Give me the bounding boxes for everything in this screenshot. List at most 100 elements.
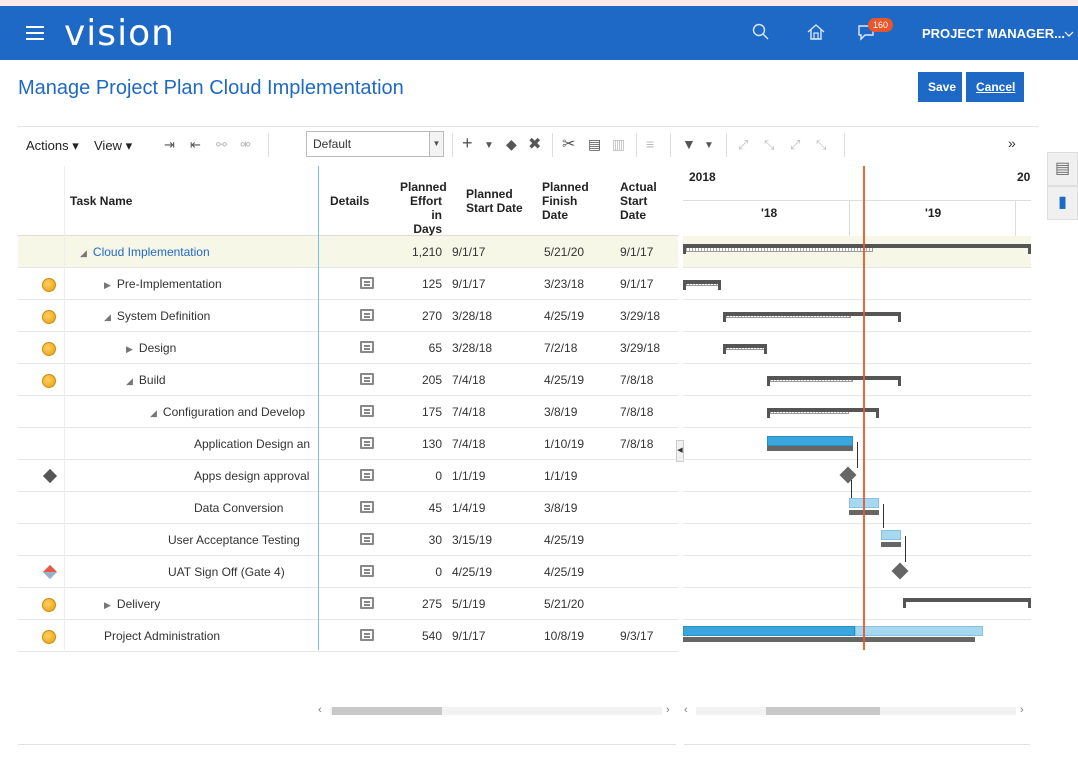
gantt-summary-bar[interactable] [767, 376, 901, 386]
planned-finish-cell[interactable]: 1/10/19 [544, 437, 584, 451]
grid-horizontal-scrollbar[interactable]: ‹ › [318, 704, 678, 718]
table-row[interactable]: ▶ Design 65 3/28/18 7/2/18 3/29/18 [18, 332, 678, 364]
view-menu[interactable]: View ▾ [94, 138, 132, 154]
expand-all-icon[interactable]: ⤢ [790, 137, 800, 153]
gantt-summary-bar[interactable] [723, 312, 901, 322]
planned-finish-cell[interactable]: 4/25/19 [544, 373, 584, 387]
effort-cell[interactable]: 0 [394, 469, 442, 483]
table-row[interactable]: ◢ Cloud Implementation 1,210 9/1/17 5/21/20 9… [18, 236, 678, 268]
gantt-baseline-bar[interactable] [683, 637, 975, 642]
expand-row-icon[interactable]: ▶ [104, 600, 111, 610]
effort-cell[interactable]: 65 [394, 341, 442, 355]
effort-cell[interactable]: 175 [394, 405, 442, 419]
dependency-line[interactable] [883, 504, 884, 528]
task-name-cell[interactable]: ◢ Cloud Implementation [80, 245, 210, 259]
view-select[interactable]: Default ▼ [306, 131, 444, 157]
gantt-summary-bar[interactable] [723, 344, 767, 354]
effort-cell[interactable]: 45 [394, 501, 442, 515]
scroll-right-icon[interactable]: › [666, 704, 670, 716]
actual-start-cell[interactable]: 7/8/18 [620, 437, 653, 451]
planned-start-cell[interactable]: 7/4/18 [452, 437, 485, 451]
planned-start-cell[interactable]: 3/28/18 [452, 309, 492, 323]
effort-cell[interactable]: 1,210 [394, 245, 442, 259]
planned-finish-cell[interactable]: 4/25/19 [544, 309, 584, 323]
table-row[interactable]: ▶ Pre-Implementation 125 9/1/17 3/23/18 9/1/1… [18, 268, 678, 300]
planned-finish-cell[interactable]: 3/8/19 [544, 501, 577, 515]
details-icon[interactable] [360, 565, 374, 577]
collapse-row-icon[interactable]: ◢ [126, 376, 133, 386]
task-name-cell[interactable]: Apps design approval [194, 469, 309, 483]
effort-cell[interactable]: 130 [394, 437, 442, 451]
planned-finish-cell[interactable]: 5/21/20 [544, 245, 584, 259]
task-name-cell[interactable]: Data Conversion [194, 501, 283, 515]
cancel-button[interactable]: Cancel [966, 72, 1024, 102]
add-dropdown-icon[interactable]: ▼ [484, 140, 494, 151]
planned-start-cell[interactable]: 7/4/18 [452, 373, 485, 387]
filter-icon[interactable]: ▼ [682, 136, 696, 152]
gantt-task-bar[interactable] [855, 626, 983, 636]
planned-start-cell[interactable]: 4/25/19 [452, 565, 492, 579]
gantt-summary-bar[interactable] [683, 280, 721, 290]
effort-cell[interactable]: 540 [394, 629, 442, 643]
dependency-line[interactable] [905, 536, 906, 562]
planned-start-cell[interactable]: 1/4/19 [452, 501, 485, 515]
actual-start-cell[interactable]: 7/8/18 [620, 373, 653, 387]
delete-icon[interactable]: ✖ [528, 134, 541, 154]
gantt-summary-bar[interactable] [683, 244, 1031, 254]
planned-finish-cell[interactable]: 1/1/19 [544, 469, 577, 483]
task-name-cell[interactable]: ◢ Build [126, 373, 166, 387]
collapse-row-icon[interactable]: ◢ [104, 312, 111, 322]
actual-start-cell[interactable]: 9/3/17 [620, 629, 653, 643]
grid-scroll-thumb[interactable] [332, 707, 442, 715]
unlink-icon[interactable]: ⚮ [240, 137, 251, 153]
add-icon[interactable]: + [462, 133, 473, 154]
scroll-right-icon[interactable]: › [1020, 704, 1024, 716]
menu-icon[interactable] [26, 26, 44, 40]
details-icon[interactable] [360, 341, 374, 353]
details-icon[interactable] [360, 501, 374, 513]
chevron-down-icon[interactable]: ▼ [429, 132, 443, 156]
scroll-left-icon[interactable]: ‹ [684, 704, 688, 716]
collapse-row-icon[interactable]: ◢ [150, 408, 157, 418]
table-row[interactable]: ◢ Configuration and Develop 175 7/4/18 3/8/1… [18, 396, 678, 428]
col-details[interactable]: Details [330, 194, 369, 208]
details-icon[interactable] [360, 373, 374, 385]
effort-cell[interactable]: 30 [394, 533, 442, 547]
task-name-cell[interactable]: User Acceptance Testing [168, 533, 300, 547]
details-icon[interactable] [360, 533, 374, 545]
outdent-icon[interactable]: ⇤ [190, 137, 201, 153]
table-row[interactable]: ▶ Delivery 275 5/1/19 5/21/20 [18, 588, 678, 620]
gantt-task-bar[interactable] [767, 436, 853, 446]
document-panel-icon[interactable]: ▤ [1047, 152, 1078, 186]
task-name-cell[interactable]: ▶ Design [126, 341, 176, 355]
effort-cell[interactable]: 270 [394, 309, 442, 323]
col-task-name[interactable]: Task Name [70, 194, 132, 208]
planned-finish-cell[interactable]: 3/23/18 [544, 277, 584, 291]
columns-icon[interactable]: ≡ [646, 136, 654, 152]
cut-icon[interactable]: ✂ [562, 134, 575, 154]
chart-panel-icon[interactable]: ▮ [1047, 186, 1078, 220]
search-icon[interactable] [752, 23, 770, 41]
brand-logo[interactable]: vision [64, 13, 175, 54]
task-name-cell[interactable]: ▶ Delivery [104, 597, 160, 611]
details-icon[interactable] [360, 629, 374, 641]
gantt-baseline-bar[interactable] [881, 542, 901, 547]
details-icon[interactable] [360, 405, 374, 417]
actual-start-cell[interactable]: 9/1/17 [620, 245, 653, 259]
actual-start-cell[interactable]: 9/1/17 [620, 277, 653, 291]
table-row[interactable]: Application Design an 130 7/4/18 1/10/19 7/8… [18, 428, 678, 460]
user-menu[interactable]: PROJECT MANAGER... [922, 26, 1065, 41]
task-name-cell[interactable]: UAT Sign Off (Gate 4) [168, 565, 285, 579]
actions-menu[interactable]: Actions ▾ [26, 138, 79, 154]
details-icon[interactable] [360, 437, 374, 449]
indent-icon[interactable]: ⇥ [164, 137, 175, 153]
planned-finish-cell[interactable]: 7/2/18 [544, 341, 577, 355]
filter-dropdown-icon[interactable]: ▼ [704, 140, 714, 151]
table-row[interactable]: User Acceptance Testing 30 3/15/19 4/25/19 [18, 524, 678, 556]
effort-cell[interactable]: 205 [394, 373, 442, 387]
link-icon[interactable]: ⚯ [216, 137, 227, 153]
task-name-cell[interactable]: ◢ System Definition [104, 309, 210, 323]
task-name-cell[interactable]: Project Administration [104, 629, 220, 643]
table-row[interactable]: ◢ Build 205 7/4/18 4/25/19 7/8/18 [18, 364, 678, 396]
planned-start-cell[interactable]: 5/1/19 [452, 597, 485, 611]
